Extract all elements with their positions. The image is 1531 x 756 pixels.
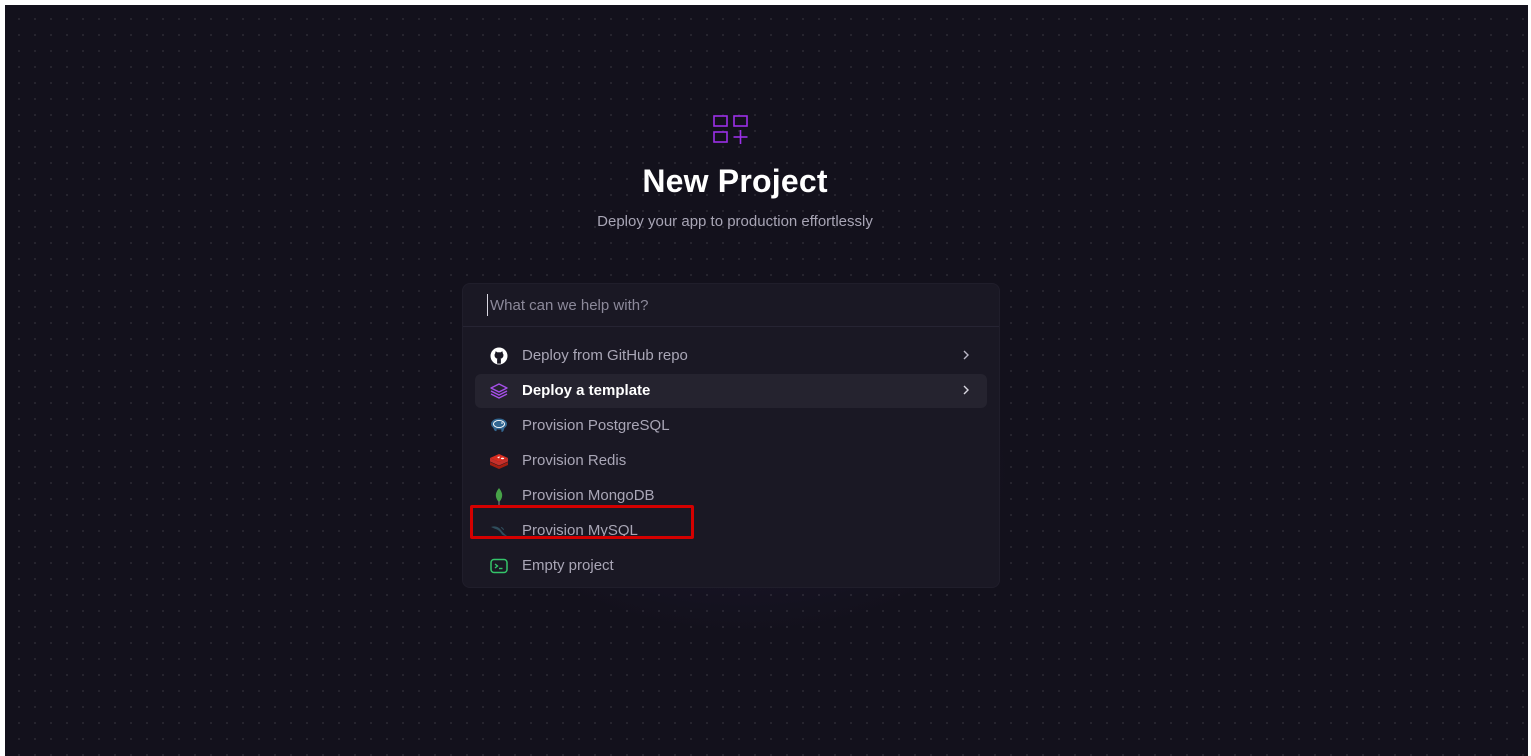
menu-item-redis[interactable]: Provision Redis [475,444,987,478]
app-screen: New Project Deploy your app to productio… [5,5,1528,756]
menu-item-postgresql[interactable]: Provision PostgreSQL [475,409,987,443]
new-project-panel: Deploy from GitHub repo Deploy a templat… [462,283,1000,588]
menu-item-empty-project[interactable]: Empty project [475,549,987,583]
chevron-right-icon [963,385,969,395]
menu-item-label: Deploy a template [522,382,651,399]
menu-item-label: Empty project [522,557,614,574]
menu-item-github[interactable]: Deploy from GitHub repo [475,339,987,373]
menu-item-label: Provision Redis [522,452,627,469]
mysql-highlight-box [470,505,694,539]
terminal-icon [490,558,508,574]
chevron-right-icon [963,350,969,360]
redis-icon [490,454,508,469]
search-bar [463,284,999,327]
menu-item-label: Deploy from GitHub repo [522,347,688,364]
page-title: New Project [642,163,828,199]
search-input[interactable] [487,294,970,316]
mongodb-icon [495,488,503,505]
page-subtitle: Deploy your app to production effortless… [597,213,873,230]
github-icon [490,347,508,365]
layers-icon [490,383,508,399]
menu-item-label: Provision PostgreSQL [522,417,670,434]
menu-item-label: Provision MongoDB [522,487,655,504]
postgresql-icon [491,418,507,432]
grid-plus-icon [713,115,748,144]
menu-item-template[interactable]: Deploy a template [475,374,987,408]
